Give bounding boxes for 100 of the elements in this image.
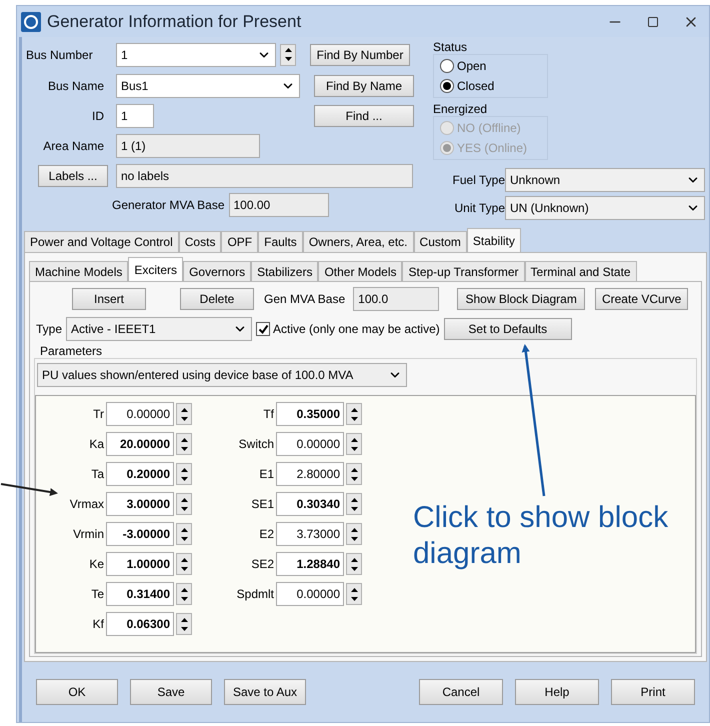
fuel-type-dropdown[interactable]: Unknown xyxy=(505,168,705,192)
parameter-field[interactable]: 0.00000 xyxy=(276,432,344,456)
tab[interactable]: Machine Models xyxy=(29,261,128,281)
labels-button[interactable]: Labels ... xyxy=(38,165,108,187)
parameter-field[interactable]: 0.20000 xyxy=(106,462,174,486)
generator-mva-base-field[interactable]: 100.00 xyxy=(228,193,328,217)
find-by-name-button[interactable]: Find By Name xyxy=(314,74,414,96)
spinner[interactable] xyxy=(176,433,192,455)
down-arrow-icon xyxy=(180,626,188,630)
radio-button[interactable]: Closed xyxy=(440,76,541,96)
parameter-field[interactable]: 1.28840 xyxy=(276,552,344,576)
spinner[interactable] xyxy=(346,463,362,485)
bus-number-field[interactable]: 1 xyxy=(116,42,276,66)
up-arrow-icon xyxy=(284,48,292,52)
spinner[interactable] xyxy=(346,403,362,425)
down-arrow-icon xyxy=(350,446,358,450)
up-arrow-icon xyxy=(180,468,188,472)
show-block-diagram-button[interactable]: Show Block Diagram xyxy=(457,288,586,310)
dialog-button[interactable]: OK xyxy=(36,679,118,705)
tab[interactable]: Other Models xyxy=(318,261,402,281)
spinner[interactable] xyxy=(176,523,192,545)
parameter-field[interactable]: 1.00000 xyxy=(106,552,174,576)
dialog-button[interactable]: Save xyxy=(130,679,212,705)
up-arrow-icon xyxy=(350,558,358,562)
parameter-field[interactable]: 20.00000 xyxy=(106,432,174,456)
tab[interactable]: Power and Voltage Control xyxy=(24,231,179,252)
tab[interactable]: Owners, Area, etc. xyxy=(302,231,414,252)
parameter-label: SE2 xyxy=(250,556,274,573)
tab[interactable]: Faults xyxy=(258,231,303,252)
spinner[interactable] xyxy=(346,523,362,545)
spinner[interactable] xyxy=(176,493,192,515)
insert-button[interactable]: Insert xyxy=(72,288,146,310)
id-field[interactable]: 1 xyxy=(116,104,154,128)
parameter-field[interactable]: 0.06300 xyxy=(106,612,174,636)
dialog-button[interactable]: Print xyxy=(611,679,695,705)
spinner[interactable] xyxy=(346,493,362,515)
spinner[interactable] xyxy=(346,583,362,605)
spinner[interactable] xyxy=(176,403,192,425)
tab[interactable]: Terminal and State xyxy=(524,261,637,281)
parameter-field[interactable]: 0.30340 xyxy=(276,492,344,516)
group-title: Energized xyxy=(433,102,488,116)
type-dropdown[interactable]: Active - IEEET1 xyxy=(66,317,252,341)
parameter-field[interactable]: 0.00000 xyxy=(276,582,344,606)
app-logo-icon xyxy=(21,12,41,32)
find-by-number-button[interactable]: Find By Number xyxy=(310,44,410,66)
parameter-label: Ka xyxy=(88,436,104,453)
dialog-button[interactable]: Save to Aux xyxy=(224,679,306,705)
parameter-label: E1 xyxy=(258,466,274,483)
field-label: Bus Number xyxy=(26,46,92,64)
tab[interactable]: Costs xyxy=(178,231,222,252)
parameters-title: Parameters xyxy=(40,344,104,358)
down-arrow-icon xyxy=(350,416,358,420)
spinner[interactable] xyxy=(280,44,296,66)
parameter-field[interactable]: 0.35000 xyxy=(276,402,344,426)
spinner[interactable] xyxy=(176,613,192,635)
spinner[interactable] xyxy=(346,553,362,575)
dialog-button[interactable]: Cancel xyxy=(419,679,503,705)
tab[interactable]: OPF xyxy=(221,231,258,252)
pu-values-dropdown[interactable]: PU values shown/entered using device base of 100.0 MVA xyxy=(37,363,407,387)
up-arrow-icon xyxy=(350,528,358,532)
field-label: ID xyxy=(91,108,104,125)
unit-type-dropdown[interactable]: UN (Unknown) xyxy=(505,196,705,220)
delete-button[interactable]: Delete xyxy=(180,288,254,310)
parameter-label: Tr xyxy=(92,406,104,423)
tab[interactable]: Exciters xyxy=(128,257,184,281)
up-arrow-icon xyxy=(180,558,188,562)
up-arrow-icon xyxy=(180,438,188,442)
spinner[interactable] xyxy=(176,463,192,485)
tab[interactable]: Governors xyxy=(183,261,252,281)
field-label: Area Name xyxy=(42,138,104,155)
parameter-label: Tf xyxy=(262,406,274,423)
labels-field[interactable]: no labels xyxy=(116,164,413,188)
parameter-field[interactable]: 0.00000 xyxy=(106,402,174,426)
down-arrow-icon xyxy=(350,476,358,480)
set-to-defaults-button[interactable]: Set to Defaults xyxy=(444,318,572,340)
parameter-field[interactable]: 2.80000 xyxy=(276,462,344,486)
field-label: Generator MVA Base xyxy=(112,197,224,214)
tab[interactable]: Step-up Transformer xyxy=(402,261,525,281)
dialog-button[interactable]: Help xyxy=(515,679,599,705)
spinner[interactable] xyxy=(176,583,192,605)
up-arrow-icon xyxy=(180,528,188,532)
create-vcurve-button[interactable]: Create VCurve xyxy=(595,288,688,310)
area-name-field[interactable]: 1 (1) xyxy=(116,134,260,158)
parameter-field[interactable]: 0.31400 xyxy=(106,582,174,606)
tab[interactable]: Custom xyxy=(414,231,467,252)
bus-name-field[interactable]: Bus1 xyxy=(116,74,300,98)
parameter-field[interactable]: -3.00000 xyxy=(106,522,174,546)
up-arrow-icon xyxy=(180,498,188,502)
find-button[interactable]: Find ... xyxy=(314,105,414,127)
tab[interactable]: Stability xyxy=(466,228,521,252)
tab[interactable]: Stabilizers xyxy=(251,261,318,281)
radio-button[interactable]: Open xyxy=(440,56,541,76)
spinner[interactable] xyxy=(176,553,192,575)
parameter-field[interactable]: 3.73000 xyxy=(276,522,344,546)
maximize-icon[interactable] xyxy=(647,16,659,28)
field-label: Fuel Type xyxy=(452,172,505,189)
spinner[interactable] xyxy=(346,433,362,455)
active-checkbox[interactable]: Active (only one may be active) xyxy=(256,320,440,338)
parameter-field[interactable]: 3.00000 xyxy=(106,492,174,516)
gen-mva-base-field[interactable]: 100.0 xyxy=(353,287,440,311)
